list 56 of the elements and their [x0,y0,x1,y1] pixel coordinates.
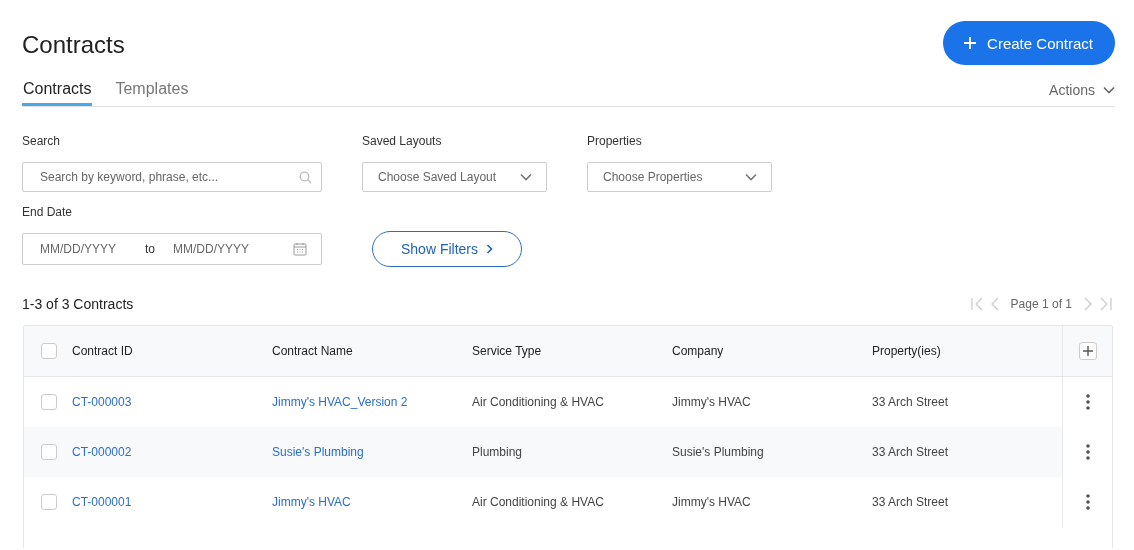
field-label: Search [22,134,62,149]
table-link[interactable]: Jimmy's HVAC_Version 2 [272,395,408,409]
table-cell: 33 Arch Street [872,395,949,409]
tab[interactable]: Contracts [22,80,93,106]
plus-icon [963,36,978,50]
table-cell: 33 Arch Street [872,445,949,459]
column-header: Service Type [472,344,542,358]
add-column-button[interactable] [1079,342,1097,360]
field-label: End Date [22,205,74,220]
column-header: Property(ies) [872,344,941,358]
create-contract-button[interactable]: Create Contract [943,21,1115,65]
search-icon [299,170,312,184]
column-header: Contract ID [72,344,133,358]
checkbox[interactable] [41,343,57,359]
search-input[interactable]: Search by keyword, phrase, etc... [40,170,299,184]
show-filters-button[interactable]: Show Filters [372,231,522,267]
more-options-icon[interactable] [1086,494,1090,510]
chevron-right-icon [486,244,493,254]
results-count: 1-3 of 3 Contracts [22,296,134,312]
checkbox[interactable] [41,494,57,510]
more-options-icon[interactable] [1086,394,1090,410]
field-label: Saved Layouts [362,134,443,149]
checkbox[interactable] [41,444,57,460]
table-cell: Air Conditioning & HVAC [472,495,604,509]
table-link[interactable]: Susie's Plumbing [272,445,364,459]
table-cell: Jimmy's HVAC [672,395,751,409]
page-title: Contracts [22,31,125,59]
table-link[interactable]: CT-000002 [72,445,132,459]
table-cell: Jimmy's HVAC [672,495,751,509]
date-input[interactable]: MM/DD/YYYY [40,242,130,256]
page-indicator: Page 1 of 1 [1010,297,1072,311]
date-range-field[interactable]: MM/DD/YYYY to MM/DD/YYYY [22,233,322,265]
tab[interactable]: Templates [114,80,190,106]
calendar-icon [293,242,307,256]
date-input[interactable]: MM/DD/YYYY [173,242,263,256]
more-options-icon[interactable] [1086,444,1090,460]
table-link[interactable]: CT-000003 [72,395,132,409]
table-cell: Susie's Plumbing [672,445,764,459]
table-cell: Air Conditioning & HVAC [472,395,604,409]
table-link[interactable]: Jimmy's HVAC [272,495,351,509]
table-cell: 33 Arch Street [872,495,949,509]
select-dropdown[interactable]: Choose Properties [587,162,772,192]
chevron-down-icon [1103,86,1115,94]
table-cell: Plumbing [472,445,523,459]
actions-menu[interactable]: Actions [1049,82,1115,106]
range-separator: to [145,242,155,256]
table-link[interactable]: CT-000001 [72,495,132,509]
column-header: Company [672,344,724,358]
column-header: Contract Name [272,344,353,358]
select-dropdown[interactable]: Choose Saved Layout [362,162,547,192]
chevron-down-icon [520,173,532,181]
chevron-down-icon [745,173,757,181]
plus-icon [1083,346,1093,356]
field-label: Properties [587,134,643,149]
checkbox[interactable] [41,394,57,410]
search-field[interactable]: Search by keyword, phrase, etc... [22,162,322,192]
